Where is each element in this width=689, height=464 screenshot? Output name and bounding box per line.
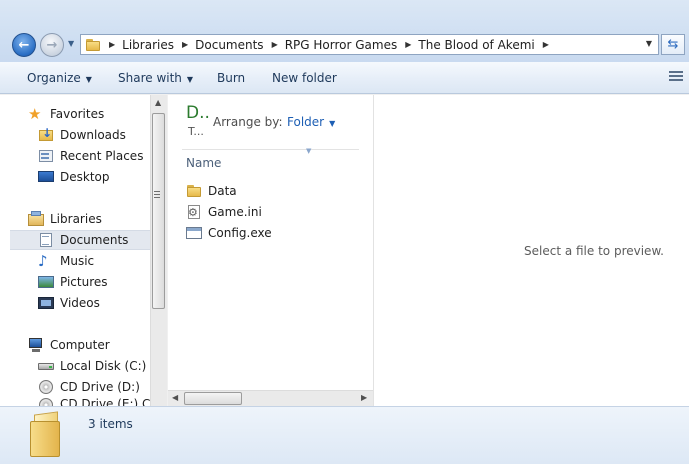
library-title: D..	[186, 103, 210, 123]
preview-pane: Select a file to preview.	[373, 95, 689, 406]
folder-icon	[28, 413, 64, 457]
file-row-config-exe[interactable]: Config.exe	[186, 224, 272, 242]
navigation-pane-scrollbar[interactable]: ▲	[150, 95, 167, 406]
file-name: Game.ini	[208, 205, 262, 219]
breadcrumb-documents[interactable]: Documents	[195, 38, 263, 52]
sidebar-item-label: Local Disk (C:)	[60, 359, 147, 373]
pictures-icon	[38, 274, 54, 290]
sidebar-item-label: Recent Places	[60, 149, 144, 163]
downloads-folder-icon	[38, 126, 54, 143]
scroll-up-arrow-icon[interactable]: ▲	[155, 98, 161, 107]
sidebar-item-label: Documents	[60, 233, 129, 247]
application-window-icon	[186, 225, 202, 241]
chevron-right-icon[interactable]: ▶	[272, 40, 278, 49]
settings-file-icon	[186, 204, 202, 220]
desktop-icon	[38, 169, 54, 185]
organize-button[interactable]: Organize ▼	[27, 71, 92, 85]
chevron-right-icon[interactable]: ▶	[182, 40, 188, 49]
sidebar-item-label: CD Drive (E:) Cl	[60, 397, 150, 406]
title-bar: ← → ▼ ▶ Libraries ▶ Documents ▶ RPG Horror …	[0, 0, 689, 62]
recent-pages-chevron-down-icon[interactable]: ▼	[68, 39, 74, 48]
hard-drive-icon	[38, 358, 54, 374]
sidebar-favorites-label: Favorites	[50, 107, 105, 121]
sidebar-item-label: Videos	[60, 296, 100, 310]
sidebar-computer-label: Computer	[50, 338, 110, 352]
command-bar: Organize ▼ Share with ▼ Burn New folder	[0, 62, 689, 94]
address-history-chevron-down-icon[interactable]: ▼	[646, 39, 652, 48]
refresh-button[interactable]: ⇆	[661, 34, 685, 55]
file-row-game-ini[interactable]: Game.ini	[186, 203, 262, 221]
details-pane: 3 items	[0, 406, 689, 464]
back-arrow-icon: ←	[18, 37, 30, 53]
navigation-pane: ★ Favorites Downloads Recent Places Deskt…	[0, 95, 150, 406]
arrange-by-label: Arrange by:	[213, 115, 283, 129]
sidebar-item-cd-drive-e[interactable]: CD Drive (E:) Cl	[38, 397, 150, 406]
burn-button[interactable]: Burn	[217, 71, 245, 85]
folder-icon	[186, 183, 202, 199]
documents-icon	[38, 232, 54, 248]
file-name: Config.exe	[208, 226, 272, 240]
share-with-button[interactable]: Share with ▼	[118, 71, 193, 85]
forward-button[interactable]: →	[40, 33, 64, 57]
sidebar-item-label: Downloads	[60, 128, 126, 142]
preview-empty-text: Select a file to preview.	[524, 244, 664, 258]
arrange-by-value: Folder	[287, 115, 325, 129]
file-list-pane: D.. T... Arrange by: Folder ▼ ▼ Name Data…	[168, 95, 373, 406]
chevron-right-icon[interactable]: ▶	[109, 40, 115, 49]
chevron-down-icon: ▼	[186, 75, 194, 84]
libraries-icon	[28, 211, 44, 227]
sidebar-item-label: Music	[60, 254, 95, 268]
new-folder-button[interactable]: New folder	[272, 71, 337, 85]
scroll-left-arrow-icon[interactable]: ◀	[172, 393, 178, 402]
folder-icon	[85, 37, 101, 53]
sidebar-libraries-label: Libraries	[50, 212, 102, 226]
cd-drive-icon	[38, 379, 54, 395]
organize-label: Organize	[27, 71, 81, 85]
chevron-down-icon: ▼	[85, 75, 92, 84]
sort-indicator-icon: ▼	[306, 147, 312, 155]
back-button[interactable]: ←	[12, 33, 36, 57]
computer-icon	[28, 337, 44, 353]
column-header-name[interactable]: Name	[186, 156, 221, 170]
chevron-down-icon: ▼	[329, 119, 336, 128]
film-strip-icon	[38, 295, 54, 311]
recent-places-icon	[38, 148, 54, 164]
address-bar[interactable]: ▶ Libraries ▶ Documents ▶ RPG Horror Games …	[80, 34, 659, 55]
library-subtitle: T...	[188, 125, 204, 138]
star-icon: ★	[28, 105, 42, 123]
cd-drive-icon	[38, 397, 54, 406]
scroll-right-arrow-icon[interactable]: ▶	[361, 393, 367, 402]
music-note-icon: ♪	[38, 252, 48, 270]
arrange-by-dropdown[interactable]: Folder ▼	[287, 115, 335, 129]
scrollbar-thumb[interactable]	[184, 392, 242, 405]
breadcrumb-the-blood-of-akemi[interactable]: The Blood of Akemi	[418, 38, 534, 52]
refresh-icon: ⇆	[667, 37, 679, 52]
change-view-icon[interactable]	[669, 71, 683, 83]
file-row-data[interactable]: Data	[186, 182, 237, 200]
chevron-right-icon[interactable]: ▶	[405, 40, 411, 49]
divider	[182, 149, 359, 150]
item-count: 3 items	[88, 417, 133, 431]
sidebar-item-documents[interactable]: Documents	[10, 230, 150, 250]
sidebar-item-label: Desktop	[60, 170, 110, 184]
file-list-horizontal-scrollbar[interactable]: ◀ ▶	[168, 390, 373, 406]
sidebar-item-label: Pictures	[60, 275, 108, 289]
breadcrumb-rpg-horror-games[interactable]: RPG Horror Games	[285, 38, 398, 52]
sidebar-item-label: CD Drive (D:)	[60, 380, 140, 394]
scrollbar-grip-icon	[154, 191, 160, 200]
forward-arrow-icon: →	[46, 37, 58, 53]
file-name: Data	[208, 184, 237, 198]
share-with-label: Share with	[118, 71, 182, 85]
breadcrumb-libraries[interactable]: Libraries	[122, 38, 174, 52]
scrollbar-thumb[interactable]	[152, 113, 165, 309]
chevron-right-icon[interactable]: ▶	[543, 40, 549, 49]
